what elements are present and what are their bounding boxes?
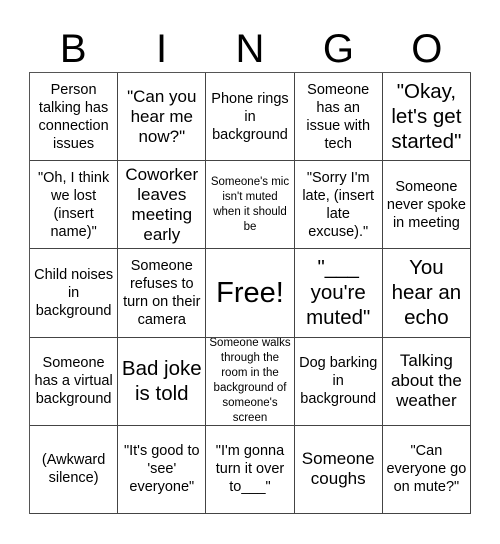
bingo-cell[interactable]: (Awkward silence) [30, 425, 119, 514]
cell-text: "Sorry I'm late, (insert late excuse)." [302, 169, 375, 240]
header-letter-g: G [322, 27, 354, 71]
cell-text: Someone has a virtual background [34, 355, 113, 408]
bingo-cell[interactable]: Someone never spoke in meeting [382, 161, 471, 250]
bingo-cell[interactable]: Dog barking in background [294, 337, 383, 426]
cell-text: Free! [216, 276, 284, 309]
bingo-cell[interactable]: Someone has a virtual background [30, 337, 119, 426]
bingo-cell[interactable]: You hear an echo [382, 249, 471, 338]
bingo-cell[interactable]: "Sorry I'm late, (insert late excuse)." [294, 161, 383, 250]
cell-text: Someone has an issue with tech [306, 81, 371, 152]
cell-text: Dog barking in background [299, 355, 378, 408]
bingo-cell[interactable]: "I'm gonna turn it over to___" [206, 425, 295, 514]
cell-text: Someone refuses to turn on their camera [123, 257, 201, 328]
cell-text: "Oh, I think we lost (insert name)" [37, 169, 110, 240]
cell-text: "Okay, let's get started" [391, 80, 462, 154]
cell-text: You hear an echo [391, 256, 462, 330]
cell-text: Someone never spoke in meeting [386, 178, 466, 231]
bingo-cell[interactable]: Person talking has connection issues [30, 73, 119, 162]
bingo-cell[interactable]: Child noises in background [30, 249, 119, 338]
cell-text: "It's good to 'see' everyone" [123, 443, 200, 496]
cell-text: "Can you hear me now?" [127, 86, 197, 146]
bingo-cell[interactable]: "___ you're muted" [294, 249, 383, 338]
free-space-cell[interactable]: Free! [206, 249, 295, 338]
bingo-cell[interactable]: Someone coughs [294, 425, 383, 514]
bingo-cell[interactable]: Someone refuses to turn on their camera [118, 249, 207, 338]
cell-text: (Awkward silence) [41, 452, 106, 487]
cell-text: Coworker leaves meeting early [125, 164, 199, 244]
cell-text: Talking about the weather [390, 351, 462, 411]
bingo-cell[interactable]: "Oh, I think we lost (insert name)" [30, 161, 119, 250]
bingo-cell[interactable]: Someone's mic isn't muted when it should… [206, 161, 295, 250]
bingo-cell[interactable]: Talking about the weather [382, 337, 471, 426]
bingo-cell[interactable]: Bad joke is told [118, 337, 207, 426]
bingo-cell[interactable]: "Okay, let's get started" [382, 73, 471, 162]
bingo-cell[interactable]: Someone walks through the room in the ba… [206, 337, 295, 426]
header-letter-i: I [156, 27, 168, 71]
cell-text: Child noises in background [34, 266, 114, 319]
cell-text: Someone's mic isn't muted when it should… [210, 175, 290, 233]
bingo-header: B I N G O [29, 26, 471, 72]
bingo-cell[interactable]: Someone has an issue with tech [294, 73, 383, 162]
cell-text: Bad joke is told [121, 357, 202, 406]
cell-text: "I'm gonna turn it over to___" [215, 443, 285, 496]
cell-text: "___ you're muted" [306, 256, 371, 330]
bingo-cell[interactable]: Phone rings in background [206, 73, 295, 162]
cell-text: Phone rings in background [211, 90, 289, 143]
cell-text: Someone walks through the room in the ba… [209, 337, 291, 425]
bingo-cell[interactable]: Coworker leaves meeting early [118, 161, 207, 250]
cell-text: Person talking has connection issues [38, 81, 109, 152]
cell-text: "Can everyone go on mute?" [386, 443, 467, 496]
bingo-cell[interactable]: "Can everyone go on mute?" [382, 425, 471, 514]
header-letter-b: B [59, 27, 87, 71]
cell-text: Someone coughs [301, 449, 375, 489]
bingo-board: Person talking has connection issues "Can… [29, 72, 471, 514]
header-letter-o: O [411, 27, 443, 71]
bingo-cell[interactable]: "Can you hear me now?" [118, 73, 207, 162]
header-letter-n: N [235, 27, 265, 71]
bingo-cell[interactable]: "It's good to 'see' everyone" [118, 425, 207, 514]
